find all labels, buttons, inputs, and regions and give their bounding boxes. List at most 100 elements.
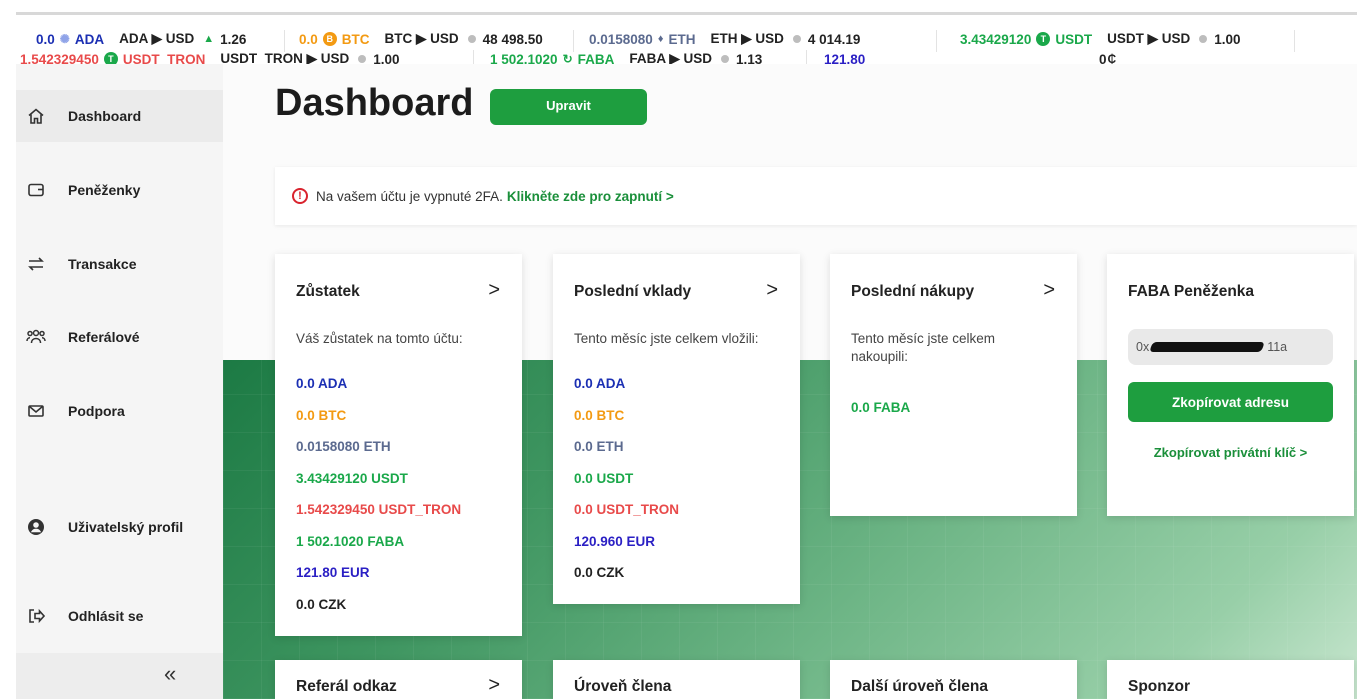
list-item: 0.0158080 ETH: [296, 439, 391, 454]
card-title: FABA Peněženka: [1128, 283, 1255, 300]
list-item: 0.0 ETH: [574, 439, 624, 454]
address-suffix: 11a: [1267, 340, 1288, 354]
trend-neutral-icon: [721, 55, 730, 63]
member-level-card: Úroveň člena: [553, 660, 800, 699]
sidebar-item-profile[interactable]: Uživatelský profil: [16, 502, 223, 552]
chevron-right-icon[interactable]: >: [766, 279, 778, 302]
edit-button[interactable]: Upravit: [490, 89, 647, 125]
ticker-btc[interactable]: 0.0 B BTC BTC ▶ USD 48 498.50: [299, 31, 543, 47]
purchases-list: 0.0 FABA: [851, 400, 910, 432]
list-item: 0.0 ADA: [574, 376, 626, 391]
card-subtitle: Váš zůstatek na tomto účtu:: [296, 331, 463, 346]
address-prefix: 0x: [1136, 340, 1150, 354]
sidebar: Dashboard Peněženky Transakce Referálové…: [16, 64, 223, 699]
sidebar-item-wallets[interactable]: Peněženky: [16, 165, 223, 215]
card-title: Další úroveň člena: [851, 678, 988, 695]
ticker-rate: 1.00: [1214, 31, 1241, 47]
ticker-eth[interactable]: 0.0158080 ♦ ETH ETH ▶ USD 4 014.19: [589, 31, 860, 47]
main-content: Dashboard Upravit ! Na vašem účtu je vyp…: [223, 64, 1357, 699]
chevron-right-icon[interactable]: >: [1043, 279, 1055, 302]
trend-neutral-icon: [358, 55, 367, 63]
ticker-coin: USDT: [1055, 31, 1093, 47]
list-item: 0.0 CZK: [574, 565, 625, 580]
ticker-rate: 48 498.50: [482, 31, 543, 47]
list-item: 0.0 CZK: [296, 596, 347, 612]
list-item: 0.0 FABA: [851, 400, 911, 415]
list-item: 120.960 EUR: [574, 533, 656, 549]
copy-address-button[interactable]: Zkopírovat adresu: [1128, 382, 1333, 422]
chevron-right-icon[interactable]: >: [488, 279, 500, 302]
card-subtitle: Tento měsíc jste celkem vložili:: [574, 331, 759, 346]
card-title: Referál odkaz: [296, 678, 397, 695]
sidebar-item-label: Dashboard: [68, 108, 142, 124]
trend-neutral-icon: [467, 35, 476, 43]
2fa-alert: ! Na vašem účtu je vypnuté 2FA. Klikněte…: [275, 167, 1357, 225]
sidebar-item-label: Peněženky: [68, 182, 141, 198]
sidebar-item-label: Odhlásit se: [68, 608, 144, 624]
ticker-pair: USDT ▶ USD: [1107, 31, 1191, 46]
purchases-card: Poslední nákupy > Tento měsíc jste celke…: [830, 254, 1077, 516]
faba-wallet-card: FABA Peněženka 0x 11a Zkopírovat adresu …: [1107, 254, 1354, 516]
list-item: 0.0 BTC: [296, 407, 347, 423]
balance-list: 0.0 ADA 0.0 BTC 0.0158080 ETH 3.43429120…: [296, 376, 461, 628]
referral-link-card: Referál odkaz >: [275, 660, 522, 699]
list-item: 1 502.1020 FABA: [296, 533, 405, 549]
sponsor-card: Sponzor: [1107, 660, 1354, 699]
chevron-right-icon[interactable]: >: [488, 674, 500, 697]
wallet-icon: [26, 180, 46, 200]
ada-icon: ✺: [59, 32, 70, 46]
ticker-usdt[interactable]: 3.43429120 T USDT USDT ▶ USD 1.00: [960, 31, 1241, 47]
user-icon: [26, 517, 46, 537]
ticker-ada[interactable]: 0.0 ✺ ADA ADA ▶ USD ▲ 1.26: [36, 31, 246, 47]
ticker-rate: 4 014.19: [807, 31, 861, 47]
card-title: Zůstatek: [296, 283, 360, 300]
ticker-pair: ADA ▶ USD: [119, 31, 195, 46]
list-item: 3.43429120 USDT: [296, 470, 408, 486]
sidebar-item-dashboard[interactable]: Dashboard: [16, 90, 223, 142]
ticker-amount: 0.0: [299, 31, 318, 47]
list-item: 1.542329450 USDT_TRON: [296, 502, 462, 517]
list-item: 0.0 USDT: [574, 470, 634, 486]
alert-text: Na vašem účtu je vypnuté 2FA.: [316, 188, 503, 204]
sidebar-collapse-button[interactable]: «: [16, 653, 223, 699]
ticker-pair: BTC ▶ USD: [384, 31, 459, 46]
sidebar-item-support[interactable]: Podpora: [16, 386, 223, 436]
ticker-coin: ADA: [74, 31, 105, 47]
card-title: Sponzor: [1128, 678, 1190, 695]
ticker-amount: 0.0: [36, 31, 55, 47]
people-icon: [26, 327, 46, 347]
ticker-pair: ETH ▶ USD: [710, 31, 784, 46]
card-subtitle: Tento měsíc jste celkem nakoupili:: [851, 331, 996, 364]
sidebar-item-label: Referálové: [68, 329, 140, 345]
deposits-list: 0.0 ADA 0.0 BTC 0.0 ETH 0.0 USDT 0.0 USD…: [574, 376, 679, 597]
card-title: Poslední vklady: [574, 283, 692, 300]
transfer-arrows-icon: [26, 254, 46, 274]
price-ticker: 0.0 ✺ ADA ADA ▶ USD ▲ 1.26 0.0 B BTC BTC…: [16, 12, 1357, 72]
ticker-coin: ETH: [668, 31, 696, 47]
enable-2fa-link[interactable]: Klikněte zde pro zapnutí >: [507, 189, 674, 204]
usdt-icon: T: [1036, 32, 1051, 46]
home-icon: [26, 106, 46, 126]
ticker-rate: 1.26: [220, 31, 247, 47]
sidebar-item-referrals[interactable]: Referálové: [16, 312, 223, 362]
sidebar-item-logout[interactable]: Odhlásit se: [16, 591, 223, 641]
redacted-address: [1149, 342, 1266, 352]
envelope-icon: [26, 401, 46, 421]
alert-icon: !: [292, 188, 308, 204]
sidebar-item-label: Uživatelský profil: [68, 519, 184, 535]
list-item: 121.80 EUR: [296, 565, 370, 580]
page-title: Dashboard: [275, 82, 474, 124]
sidebar-item-label: Podpora: [68, 403, 125, 419]
ticker-amount: 0.0158080: [589, 31, 653, 47]
copy-private-key-link[interactable]: Zkopírovat privátní klíč >: [1107, 445, 1354, 460]
sidebar-item-label: Transakce: [68, 256, 137, 272]
trend-neutral-icon: [1199, 35, 1208, 43]
wallet-address-field[interactable]: 0x 11a: [1128, 329, 1333, 365]
list-item: 0.0 BTC: [574, 407, 625, 423]
list-item: 0.0 USDT_TRON: [574, 502, 680, 517]
sidebar-item-transactions[interactable]: Transakce: [16, 239, 223, 289]
card-title: Poslední nákupy: [851, 283, 975, 300]
double-chevron-left-icon: «: [164, 661, 177, 686]
card-title: Úroveň člena: [574, 678, 672, 695]
logout-icon: [26, 606, 46, 626]
